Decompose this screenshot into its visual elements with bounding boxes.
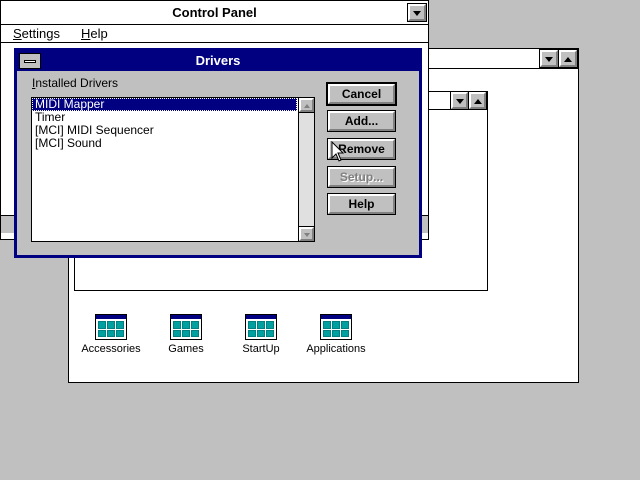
drivers-dialog[interactable]: Drivers Installed Drivers MIDI Mapper Ti…: [14, 48, 422, 258]
menu-settings[interactable]: Settings: [13, 25, 60, 42]
group-startup[interactable]: StartUp: [221, 314, 301, 355]
menu-help[interactable]: Help: [81, 25, 108, 42]
group-minimize-button[interactable]: [451, 92, 468, 109]
group-label: Applications: [306, 343, 366, 355]
program-group-icon: [320, 314, 352, 340]
list-item[interactable]: MIDI Mapper: [32, 98, 297, 111]
control-panel-titlebar[interactable]: Control Panel: [1, 1, 428, 25]
minimize-button[interactable]: [540, 50, 558, 67]
window-title: Control Panel: [172, 5, 257, 20]
scroll-down-arrow-icon: [303, 233, 310, 237]
list-item[interactable]: [MCI] Sound: [32, 137, 297, 150]
menu-bar: Settings Help: [1, 25, 428, 43]
installed-drivers-label: Installed Drivers: [32, 76, 119, 90]
vertical-scrollbar[interactable]: [298, 98, 314, 241]
maximize-arrow-icon: [564, 57, 572, 62]
system-menu-icon: [24, 60, 36, 63]
drivers-list-items: MIDI Mapper Timer [MCI] MIDI Sequencer […: [32, 98, 297, 241]
group-applications[interactable]: Applications: [296, 314, 376, 355]
dialog-title: Drivers: [195, 53, 241, 68]
group-games[interactable]: Games: [146, 314, 226, 355]
mouse-cursor-icon: [331, 141, 345, 162]
group-label: Games: [168, 343, 204, 355]
dialog-titlebar[interactable]: Drivers: [17, 51, 419, 71]
program-group-icon: [245, 314, 277, 340]
scroll-up-arrow-icon: [303, 104, 310, 108]
maximize-arrow-icon: [473, 99, 482, 104]
minimize-button[interactable]: [408, 4, 426, 21]
help-button[interactable]: Help: [328, 194, 395, 214]
program-group-icon: [170, 314, 202, 340]
scroll-up-button[interactable]: [299, 98, 314, 112]
setup-button[interactable]: Setup...: [328, 167, 395, 187]
scroll-down-button[interactable]: [299, 227, 314, 241]
add-button[interactable]: Add...: [328, 111, 395, 131]
minimize-arrow-icon: [413, 11, 421, 16]
minimize-arrow-icon: [545, 57, 553, 62]
minimize-arrow-icon: [455, 99, 464, 104]
system-menu-button[interactable]: [19, 53, 41, 69]
group-label: StartUp: [242, 343, 280, 355]
installed-drivers-list[interactable]: MIDI Mapper Timer [MCI] MIDI Sequencer […: [31, 97, 315, 242]
maximize-button[interactable]: [559, 50, 577, 67]
cancel-button[interactable]: Cancel: [328, 84, 395, 104]
group-label: Accessories: [81, 343, 141, 355]
group-accessories[interactable]: Accessories: [71, 314, 151, 355]
program-group-icon: [95, 314, 127, 340]
group-maximize-button[interactable]: [469, 92, 486, 109]
